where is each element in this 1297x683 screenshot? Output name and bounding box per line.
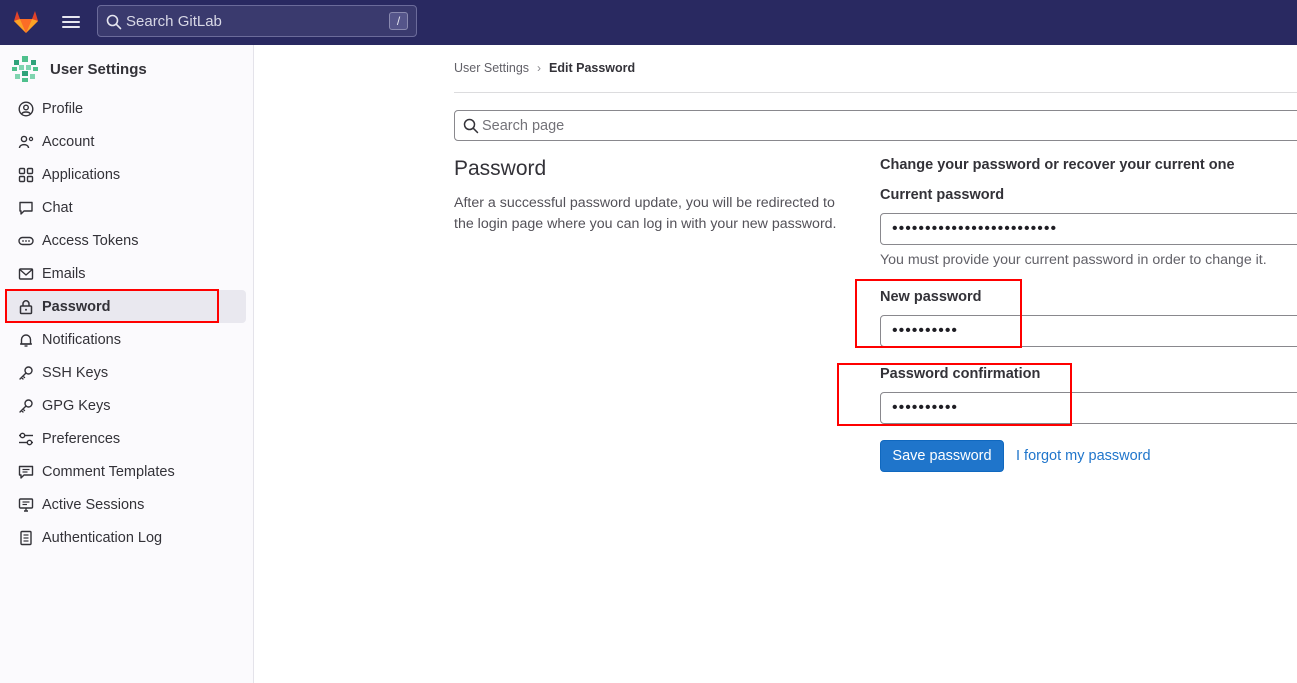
form-heading: Change your password or recover your cur…: [880, 157, 1235, 173]
current-password-field[interactable]: •••••••••••••••••••••••••: [880, 213, 1297, 245]
monitor-icon: [18, 497, 34, 512]
sidebar-title: User Settings: [50, 60, 147, 78]
current-password-help: You must provide your current password i…: [880, 252, 1267, 268]
log-icon: [20, 530, 32, 545]
top-bar: Search GitLab /: [0, 0, 1297, 45]
comment-icon: [18, 465, 34, 479]
sidebar: User Settings Profile Account Applicatio…: [0, 45, 254, 683]
page-title: Password: [454, 157, 547, 180]
user-avatar: [12, 56, 38, 82]
sidebar-item-label: Access Tokens: [42, 232, 139, 249]
applications-icon: [18, 167, 34, 182]
preferences-icon: [19, 432, 33, 445]
breadcrumb-user-settings-link[interactable]: User Settings: [454, 61, 529, 75]
sidebar-item-profile[interactable]: Profile: [0, 92, 254, 125]
search-icon: [463, 118, 479, 134]
header-divider: [454, 92, 1297, 93]
sidebar-item-chat[interactable]: Chat: [0, 191, 254, 224]
breadcrumb-separator-icon: ›: [537, 61, 542, 75]
sidebar-item-label: Notifications: [42, 331, 121, 348]
sidebar-item-gpg-keys[interactable]: GPG Keys: [0, 389, 254, 422]
sidebar-item-label: Authentication Log: [42, 529, 163, 546]
forgot-password-link[interactable]: I forgot my password: [1016, 448, 1151, 464]
sidebar-item-applications[interactable]: Applications: [0, 158, 254, 191]
mail-icon: [18, 267, 34, 280]
sidebar-item-emails[interactable]: Emails: [0, 257, 254, 290]
sidebar-item-label: Profile: [42, 100, 84, 117]
sidebar-item-label: Preferences: [42, 430, 121, 447]
breadcrumb-current[interactable]: Edit Password: [549, 61, 635, 75]
gitlab-logo-icon[interactable]: [12, 8, 40, 36]
sidebar-item-label: Emails: [42, 265, 86, 282]
sidebar-item-label: Active Sessions: [42, 496, 145, 513]
search-shortcut-badge: /: [389, 12, 408, 30]
highlight-box-password-confirmation: [837, 363, 1072, 426]
global-search-input[interactable]: Search GitLab /: [97, 5, 417, 37]
highlight-box-password-nav: [5, 289, 219, 323]
search-page-input[interactable]: Search page: [454, 110, 1297, 141]
search-page-placeholder: Search page: [482, 118, 565, 134]
sidebar-nav: Profile Account Applications Chat Access…: [0, 92, 254, 554]
current-password-label: Current password: [880, 187, 1005, 203]
sidebar-item-ssh-keys[interactable]: SSH Keys: [0, 356, 254, 389]
sidebar-item-label: GPG Keys: [42, 397, 111, 414]
search-icon: [106, 14, 122, 30]
sidebar-item-label: SSH Keys: [42, 364, 109, 381]
sidebar-item-preferences[interactable]: Preferences: [0, 422, 254, 455]
section-description: After a successful password update, you …: [454, 195, 837, 232]
save-password-button[interactable]: Save password: [880, 440, 1004, 472]
highlight-box-new-password: [855, 279, 1022, 348]
profile-icon: [18, 100, 34, 117]
sidebar-item-active-sessions[interactable]: Active Sessions: [0, 488, 254, 521]
sidebar-item-account[interactable]: Account: [0, 125, 254, 158]
account-icon: [18, 135, 34, 148]
key-icon: [19, 398, 33, 413]
sidebar-item-notifications[interactable]: Notifications: [0, 323, 254, 356]
sidebar-item-label: Comment Templates: [42, 463, 175, 480]
sidebar-item-access-tokens[interactable]: Access Tokens: [0, 224, 254, 257]
key-icon: [19, 365, 33, 380]
sidebar-item-label: Applications: [42, 166, 121, 183]
sidebar-item-label: Chat: [42, 199, 73, 216]
chat-icon: [19, 201, 33, 215]
sidebar-item-authentication-log[interactable]: Authentication Log: [0, 521, 254, 554]
bell-icon: [20, 333, 32, 347]
sidebar-header[interactable]: User Settings: [10, 53, 147, 85]
menu-icon[interactable]: [60, 13, 82, 31]
search-placeholder: Search GitLab: [126, 13, 222, 30]
sidebar-item-comment-templates[interactable]: Comment Templates: [0, 455, 254, 488]
breadcrumb: User Settings › Edit Password: [454, 61, 635, 75]
token-icon: [18, 236, 34, 245]
sidebar-item-label: Account: [42, 133, 95, 150]
